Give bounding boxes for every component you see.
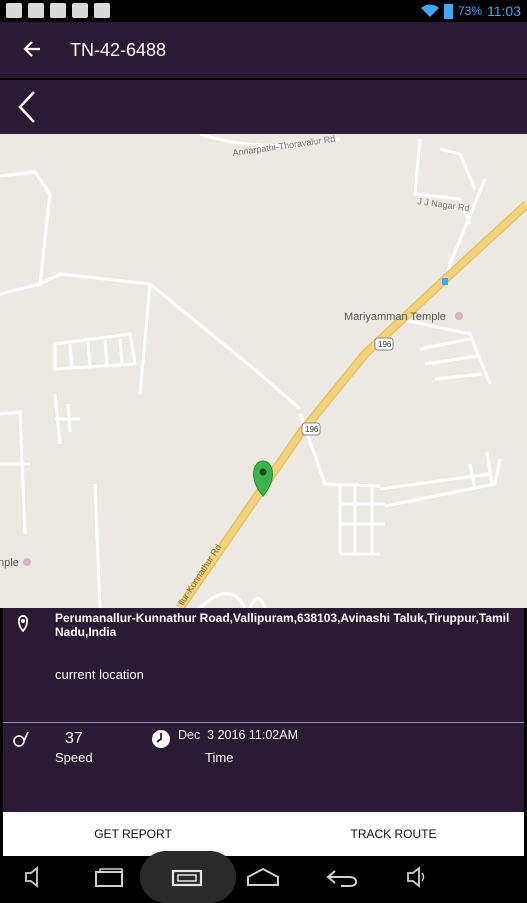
location-marker-icon — [17, 615, 29, 632]
back-arrow-icon[interactable] — [20, 36, 46, 62]
track-route-button[interactable]: TRACK ROUTE — [263, 812, 524, 856]
divider — [3, 722, 524, 723]
play-icon — [94, 3, 110, 18]
speed-label: Speed — [55, 750, 93, 765]
temple-icon-left — [23, 558, 31, 566]
speed-icon — [13, 731, 29, 747]
road-label-top: Annarpathi-Thoravalur Rd — [232, 134, 336, 158]
svg-text:196: 196 — [305, 425, 319, 434]
speed-value: 37 — [65, 730, 83, 747]
current-location-label: current location — [55, 667, 144, 682]
volume-up-icon[interactable] — [406, 864, 430, 890]
time-value: Dec 3 2016 11:02AM — [178, 728, 298, 742]
wrench-icon — [6, 3, 22, 18]
volume-down-icon[interactable] — [24, 864, 44, 890]
recent-apps-icon[interactable] — [92, 864, 126, 890]
battery-percent: 73% — [457, 4, 482, 18]
vehicle-info-panel: Perumanallur-Kunnathur Road,Vallipuram,6… — [3, 608, 524, 812]
address-text: Perumanallur-Kunnathur Road,Vallipuram,6… — [55, 611, 510, 639]
screenshot-icon[interactable] — [170, 864, 204, 890]
wifi-icon — [420, 4, 439, 17]
poi-left-label: nple — [0, 557, 19, 569]
notification-icons — [6, 3, 110, 18]
image-icon — [28, 3, 44, 18]
home-icon[interactable] — [245, 864, 281, 890]
back-icon[interactable] — [325, 864, 359, 890]
time-label: Time — [205, 750, 234, 765]
road-label-jj: J J Nagar Rd — [417, 196, 470, 213]
bus-stop-icon — [442, 278, 448, 285]
app-bar: TN-42-6488 — [0, 22, 527, 78]
page-title: TN-42-6488 — [70, 40, 167, 60]
highway-shield-2: 196 — [301, 422, 321, 436]
play-icon — [72, 3, 88, 18]
play-icon — [50, 3, 66, 18]
action-bar: GET REPORT TRACK ROUTE — [3, 812, 524, 856]
system-nav-bar — [0, 851, 527, 903]
clock-icon — [152, 730, 170, 748]
svg-text:196: 196 — [378, 340, 392, 349]
clock: 11:03 — [487, 3, 521, 19]
highway-shield-1: 196 — [374, 337, 394, 351]
navigation-bar — [0, 80, 527, 134]
map-view[interactable]: Annarpathi-Thoravalur Rd J J Nagar Rd Ma… — [0, 134, 527, 608]
get-report-button[interactable]: GET REPORT — [3, 812, 263, 856]
poi-temple-label: Mariyamman Temple — [344, 311, 446, 323]
chevron-left-icon[interactable] — [14, 88, 40, 126]
battery-icon — [443, 3, 453, 19]
status-bar: 73% 11:03 — [0, 0, 527, 22]
temple-icon — [455, 312, 463, 320]
